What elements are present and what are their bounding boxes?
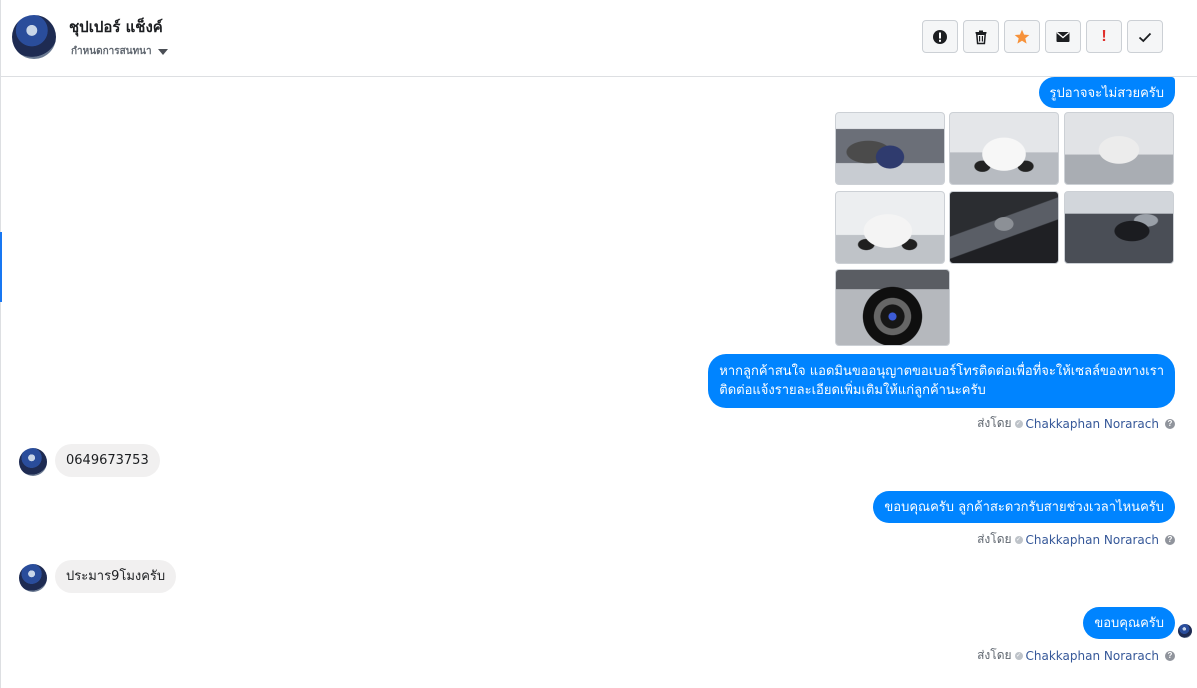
exclamation-icon: ! [1101, 27, 1107, 45]
sender-name-link[interactable]: Chakkaphan Norarach [1026, 417, 1159, 431]
outgoing-message[interactable]: หากลูกค้าสนใจ แอดมินขออนุญาตขอเบอร์โทรติ… [708, 354, 1175, 408]
caret-down-icon [157, 49, 168, 55]
photo-dashboard-interior[interactable] [949, 191, 1059, 264]
photo-white-pickup-front[interactable] [1064, 112, 1174, 185]
contact-avatar-small[interactable] [19, 448, 47, 476]
sent-by-label: ส่งโดย [977, 416, 1012, 430]
message-text: รูปอาจจะไม่สวยครับ [1049, 86, 1164, 101]
photo-engine-bay[interactable] [835, 112, 945, 185]
label-picker-text: กำหนดการสนทนา [71, 46, 152, 57]
outgoing-message[interactable]: ขอบคุณครับ ลูกค้าสะดวกรับสายช่วงเวลาไหนค… [873, 491, 1175, 523]
help-icon[interactable]: ? [1165, 534, 1175, 545]
help-icon[interactable]: ? [1165, 418, 1175, 429]
sent-by-label: ส่งโดย [977, 648, 1012, 662]
message-text-line: ติดต่อแจ้งรายละเอียดเพิ่มเติมให้แก่ลูกค้… [719, 383, 986, 398]
delete-button[interactable] [963, 20, 999, 53]
header-actions: ! [922, 20, 1163, 53]
sent-by-info: ส่งโดย ✓ Chakkaphan Norarach ? [977, 646, 1175, 665]
sender-name-link[interactable]: Chakkaphan Norarach [1026, 649, 1159, 663]
contact-avatar-small[interactable] [19, 564, 47, 592]
verified-check-icon: ✓ [1014, 651, 1023, 660]
envelope-icon [1056, 31, 1070, 42]
incoming-message[interactable]: 0649673753 [55, 444, 160, 477]
star-icon [1014, 29, 1030, 44]
conversation-header: ชุปเปอร์ แช็งค์ กำหนดการสนทนา ! [1, 0, 1197, 77]
verified-check-icon: ✓ [1014, 535, 1023, 544]
conversation-label-dropdown[interactable]: กำหนดการสนทนา [71, 44, 168, 59]
photo-white-pickup-rear-quarter[interactable] [949, 112, 1059, 185]
star-button[interactable] [1004, 20, 1040, 53]
trash-icon [975, 30, 987, 44]
help-icon[interactable]: ? [1165, 650, 1175, 661]
sent-by-info: ส่งโดย ✓ Chakkaphan Norarach ? [977, 414, 1175, 433]
outgoing-message[interactable]: ขอบคุณครับ [1083, 607, 1175, 639]
mark-unread-button[interactable] [1045, 20, 1081, 53]
message-text-line: หากลูกค้าสนใจ แอดมินขออนุญาตขอเบอร์โทรติ… [719, 364, 1164, 379]
message-text: 0649673753 [66, 453, 149, 468]
message-text: ขอบคุณครับ [1094, 616, 1164, 631]
verified-check-icon: ✓ [1014, 419, 1023, 428]
seen-receipt-avatar [1178, 624, 1192, 638]
outgoing-message[interactable]: รูปอาจจะไม่สวยครับ [1038, 77, 1175, 108]
selected-thread-indicator [0, 232, 2, 302]
photo-white-pickup-side[interactable] [835, 191, 945, 264]
exclamation-circle-icon [933, 29, 947, 44]
follow-up-button[interactable]: ! [1086, 20, 1122, 53]
photo-wheel-closeup[interactable] [835, 269, 950, 346]
contact-name[interactable]: ชุปเปอร์ แช็งค์ [69, 15, 163, 39]
checkmark-icon [1138, 32, 1152, 42]
sender-name-link[interactable]: Chakkaphan Norarach [1026, 533, 1159, 547]
sent-by-label: ส่งโดย [977, 532, 1012, 546]
message-text: ประมาร9โมงครับ [66, 569, 166, 584]
photo-cabin-interior[interactable] [1064, 191, 1174, 264]
messenger-conversation: ชุปเปอร์ แช็งค์ กำหนดการสนทนา ! รูปอาจจะ… [0, 0, 1197, 688]
spam-report-button[interactable] [922, 20, 958, 53]
contact-avatar[interactable] [12, 15, 56, 59]
mark-done-button[interactable] [1127, 20, 1163, 53]
sent-by-info: ส่งโดย ✓ Chakkaphan Norarach ? [977, 530, 1175, 549]
incoming-message[interactable]: ประมาร9โมงครับ [55, 560, 177, 593]
message-text: ขอบคุณครับ ลูกค้าสะดวกรับสายช่วงเวลาไหนค… [884, 500, 1164, 515]
